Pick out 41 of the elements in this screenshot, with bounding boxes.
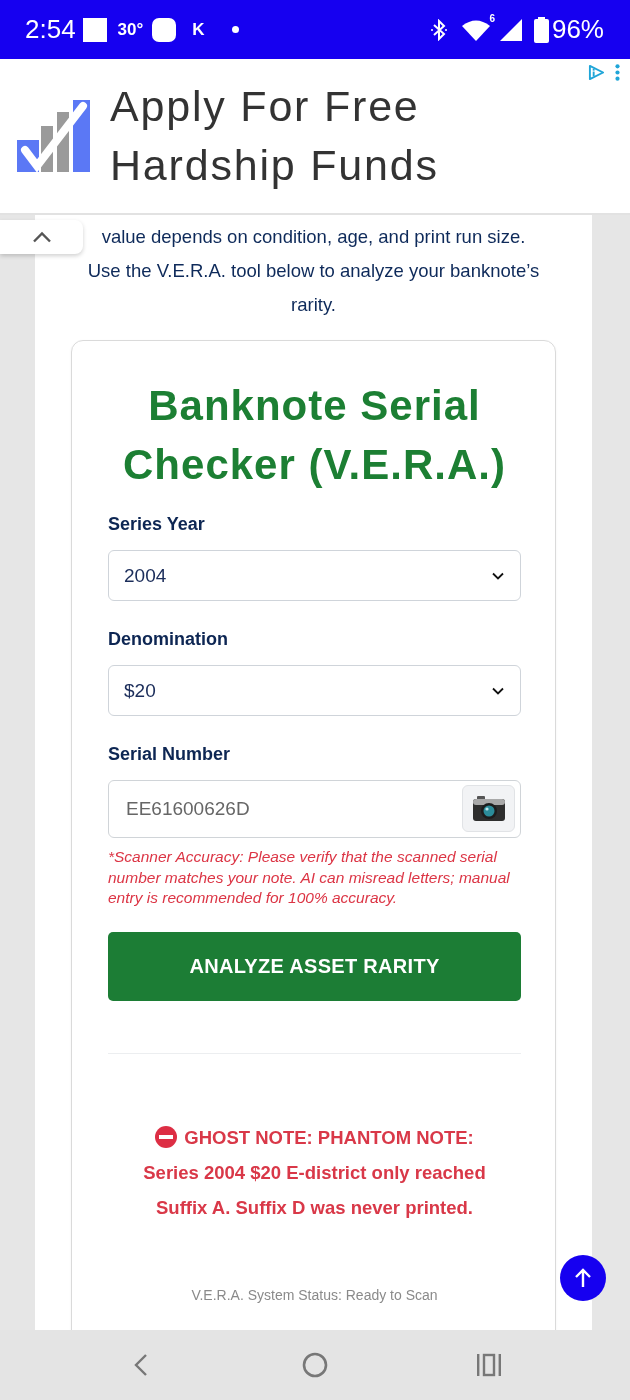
- bluetooth-icon: [430, 18, 447, 41]
- no-entry-icon: [155, 1126, 178, 1148]
- chart-check-logo-icon: [17, 100, 90, 172]
- more-options-icon[interactable]: [615, 64, 620, 81]
- camera-icon: [472, 796, 505, 821]
- ad-headline[interactable]: Apply For Free Hardship Funds: [110, 77, 550, 195]
- field-label: Denomination: [108, 628, 229, 651]
- chevron-down-icon: [492, 686, 504, 695]
- intro-text: value depends on condition, age, and print run size.: [101, 225, 526, 249]
- wifi-icon: [461, 18, 490, 41]
- chevron-down-icon: [492, 571, 504, 580]
- field-label: Series Year: [108, 513, 206, 536]
- scanner-disclaimer: *Scanner Accuracy: Please verify that the scanned serial number matches your note. AI can misread letters; manual entry is recommended for 100% accuracy.: [108, 847, 511, 908]
- select-field[interactable]: $20: [108, 665, 521, 716]
- result-message: Series 2004 $20 E-district only reached Suffix A. Suffix D was never printed.: [142, 1160, 487, 1220]
- rounded-square-icon: [152, 17, 177, 42]
- select-field[interactable]: 2004: [108, 550, 521, 601]
- intro-text: Use the V.E.R.A. tool below to analyze your banknote’s rarity.: [86, 259, 541, 317]
- chevron-up-icon: [31, 231, 52, 243]
- camera-button[interactable]: [462, 785, 515, 832]
- recent-apps-icon[interactable]: [476, 1353, 502, 1377]
- collapse-button[interactable]: [0, 220, 83, 254]
- checker-title: Banknote Serial Checker (V.E.R.A.): [122, 381, 507, 490]
- result-title: GHOST NOTE: PHANTOM NOTE:: [184, 1125, 474, 1150]
- system-status: V.E.R.A. System Status: Ready to Scan: [190, 1285, 439, 1305]
- back-icon[interactable]: [134, 1353, 148, 1377]
- battery-percent: 96%: [551, 14, 604, 45]
- arrow-up-icon: [574, 1268, 592, 1288]
- notification-letter: K: [192, 19, 205, 40]
- field-label: Serial Number: [108, 743, 232, 766]
- temperature-text: 30°: [117, 19, 144, 40]
- clock-time: 2:54: [25, 14, 76, 45]
- serial-input-field[interactable]: EE61600626D: [108, 780, 521, 838]
- square-icon: [82, 17, 107, 42]
- battery-icon: [533, 16, 549, 43]
- ad-info-icon[interactable]: [588, 64, 605, 81]
- dot-icon: [231, 26, 239, 33]
- analyze-button[interactable]: ANALYZE ASSET RARITY: [108, 931, 521, 1001]
- wifi-generation-label: 6: [489, 12, 495, 24]
- home-icon[interactable]: [302, 1352, 328, 1378]
- signal-icon: [499, 18, 522, 41]
